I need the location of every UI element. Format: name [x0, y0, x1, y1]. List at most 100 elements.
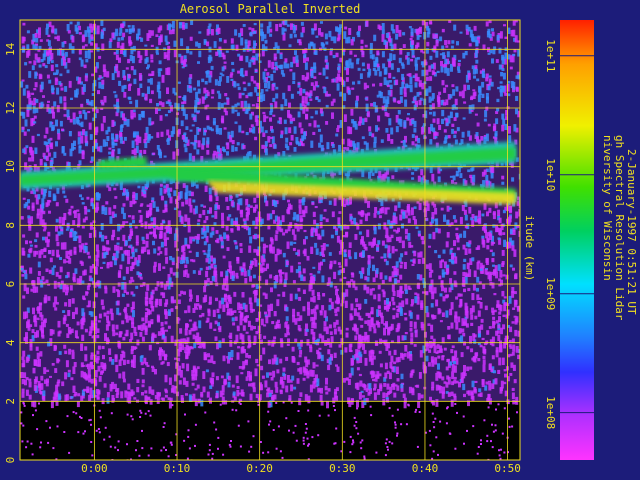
noise-speck: [377, 306, 381, 309]
noise-speck: [67, 310, 71, 317]
noise-speck: [155, 46, 159, 54]
noise-speck: [53, 151, 57, 158]
noise-speck: [460, 352, 464, 358]
noise-speck: [109, 261, 113, 268]
noise-speck: [166, 237, 170, 240]
noise-speck: [236, 386, 240, 390]
noise-speck: [224, 293, 227, 298]
noise-speck: [455, 86, 459, 92]
noise-speck: [349, 216, 353, 220]
noise-speck: [85, 291, 89, 296]
noise-speck: [431, 387, 435, 391]
noise-speck: [164, 390, 168, 394]
noise-speck: [417, 393, 421, 400]
noise-speck: [176, 391, 179, 397]
noise-speck: [280, 69, 284, 75]
noise-speck: [501, 68, 505, 71]
noise-speck: [343, 249, 347, 253]
noise-speck: [307, 301, 310, 310]
noise-speck: [446, 264, 450, 269]
noise-speck: [312, 296, 316, 303]
noise-speck: [378, 71, 382, 77]
noise-speck: [501, 124, 505, 132]
noise-speck: [284, 127, 288, 135]
noise-speck: [504, 93, 508, 96]
noise-speck: [514, 20, 518, 23]
noise-speck: [279, 390, 283, 395]
noise-speck: [251, 284, 255, 288]
noise-speck: [146, 309, 150, 316]
noise-speck: [396, 67, 400, 73]
noise-speck: [84, 75, 88, 82]
noise-speck: [216, 145, 220, 150]
noise-speck: [64, 372, 68, 380]
noise-speck: [388, 39, 392, 43]
noise-speck: [230, 228, 234, 233]
noise-speck: [389, 361, 393, 369]
noise-speck: [178, 294, 182, 297]
noise-speck: [476, 262, 480, 270]
noise-speck: [231, 105, 235, 114]
noise-speck: [437, 228, 441, 234]
noise-speck: [512, 53, 516, 57]
noise-speck: [282, 92, 286, 100]
noise-speck: [472, 174, 476, 183]
noise-speck: [413, 95, 417, 101]
noise-speck: [53, 265, 56, 268]
noise-speck: [94, 394, 98, 398]
noise-speck: [478, 217, 482, 225]
noise-speck: [291, 375, 295, 381]
noise-speck: [256, 92, 260, 96]
noise-speck: [325, 64, 329, 69]
noise-speck: [383, 77, 387, 85]
noise-speck: [458, 59, 461, 62]
noise-speck: [325, 377, 328, 385]
noise-speck: [271, 61, 275, 70]
noise-speck: [101, 102, 105, 106]
noise-speck: [274, 101, 278, 109]
noise-speck: [122, 371, 126, 379]
noise-speck: [384, 244, 388, 249]
noise-speck: [442, 386, 445, 395]
noise-speck: [344, 347, 348, 353]
noise-speck: [61, 381, 65, 387]
noise-speck: [362, 343, 365, 350]
noise-speck: [383, 382, 387, 387]
noise-speck: [273, 144, 277, 149]
noise-speck: [173, 40, 177, 47]
noise-speck: [313, 76, 317, 79]
noise-speck: [267, 304, 271, 312]
noise-speck: [291, 356, 295, 361]
noise-speck: [363, 349, 367, 354]
noise-speck: [144, 44, 148, 47]
noise-speck: [107, 126, 111, 132]
noise-speck: [335, 395, 338, 401]
noise-speck: [410, 28, 414, 36]
noise-speck: [342, 378, 346, 383]
noise-speck: [177, 128, 181, 135]
noise-speck: [96, 25, 100, 33]
noise-speck: [383, 327, 386, 336]
noise-speck: [375, 56, 379, 63]
noise-speck: [478, 87, 482, 95]
noise-speck: [132, 198, 136, 205]
noise-speck: [56, 358, 60, 364]
noise-speck: [263, 335, 267, 339]
noise-speck: [34, 82, 38, 88]
noise-speck: [337, 125, 340, 129]
noise-speck: [508, 215, 512, 223]
noise-speck: [141, 379, 145, 384]
noise-speck: [314, 306, 318, 309]
noise-speck: [202, 297, 206, 303]
noise-speck: [281, 215, 285, 223]
noise-speck: [284, 272, 288, 281]
noise-speck: [284, 333, 288, 338]
noise-speck: [461, 90, 465, 99]
noise-speck: [263, 79, 267, 83]
noise-speck: [485, 257, 489, 265]
noise-speck: [162, 334, 166, 339]
noise-speck: [184, 264, 188, 268]
noise-speck: [210, 65, 214, 70]
noise-speck: [298, 296, 302, 301]
noise-speck: [488, 364, 492, 370]
